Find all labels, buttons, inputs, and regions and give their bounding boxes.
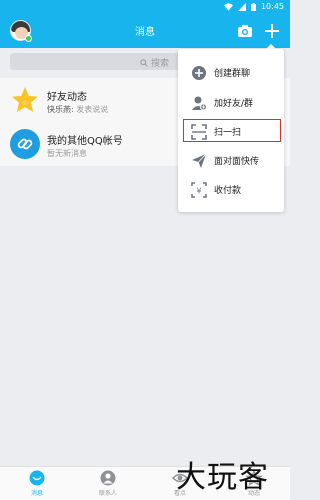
list-item-subtitle: 快乐燕: 发表说说: [47, 104, 108, 115]
status-bar: 10:45: [0, 0, 290, 14]
scan-highlight-box: [183, 119, 281, 142]
tab-label: 联系人: [98, 490, 117, 497]
chat-bubble-icon: [29, 470, 45, 486]
send-icon: [192, 153, 207, 168]
status-indicators: 10:45: [223, 2, 284, 11]
menu-item-label: 收付款: [214, 186, 242, 196]
list-item-title: 我的其他QQ帐号: [47, 136, 123, 147]
menu-item-face-to-face[interactable]: 面对面快传: [178, 146, 284, 176]
search-placeholder-wrap: 搜索: [140, 56, 169, 69]
tab-messages[interactable]: 消息: [7, 470, 67, 500]
search-icon: [140, 58, 148, 67]
wifi-icon: [223, 2, 233, 11]
watermark: 大玩客: [176, 460, 269, 495]
star-icon: ☆: [12, 87, 38, 112]
menu-item-add-friend[interactable]: 加好友/群: [178, 88, 284, 118]
status-time: 10:45: [260, 2, 284, 11]
tab-contacts[interactable]: 联系人: [78, 470, 138, 500]
signal-icon: [237, 2, 246, 11]
tab-label: 消息: [30, 490, 43, 497]
svg-text:☆: ☆: [22, 99, 28, 107]
list-item-message: 发表说说: [76, 105, 109, 114]
menu-item-payment[interactable]: ¥ 收付款: [178, 175, 284, 205]
list-item-title: 好友动态: [47, 92, 87, 103]
payment-icon: ¥: [191, 182, 207, 198]
menu-item-label: 创建群聊: [214, 69, 251, 79]
add-friend-icon: [192, 96, 207, 111]
list-item-sender: 快乐燕:: [47, 105, 74, 114]
battery-icon: [250, 2, 256, 11]
menu-item-label: 加好友/群: [214, 99, 254, 109]
svg-text:¥: ¥: [196, 187, 201, 196]
contacts-icon: [100, 470, 116, 486]
menu-item-label: 面对面快传: [214, 157, 260, 167]
header: 消息: [0, 14, 290, 48]
list-item-subtitle: 暂无新消息: [47, 149, 87, 158]
link-icon: [10, 129, 40, 159]
camera-icon[interactable]: [237, 23, 253, 39]
menu-item-create-group[interactable]: 创建群聊: [178, 58, 284, 88]
quick-actions-menu: 创建群聊 加好友/群 扫一扫 面对面快传 ¥ 收付款: [178, 49, 284, 212]
search-placeholder: 搜索: [151, 59, 170, 69]
plus-icon[interactable]: [263, 22, 281, 40]
create-group-icon: [192, 66, 206, 80]
